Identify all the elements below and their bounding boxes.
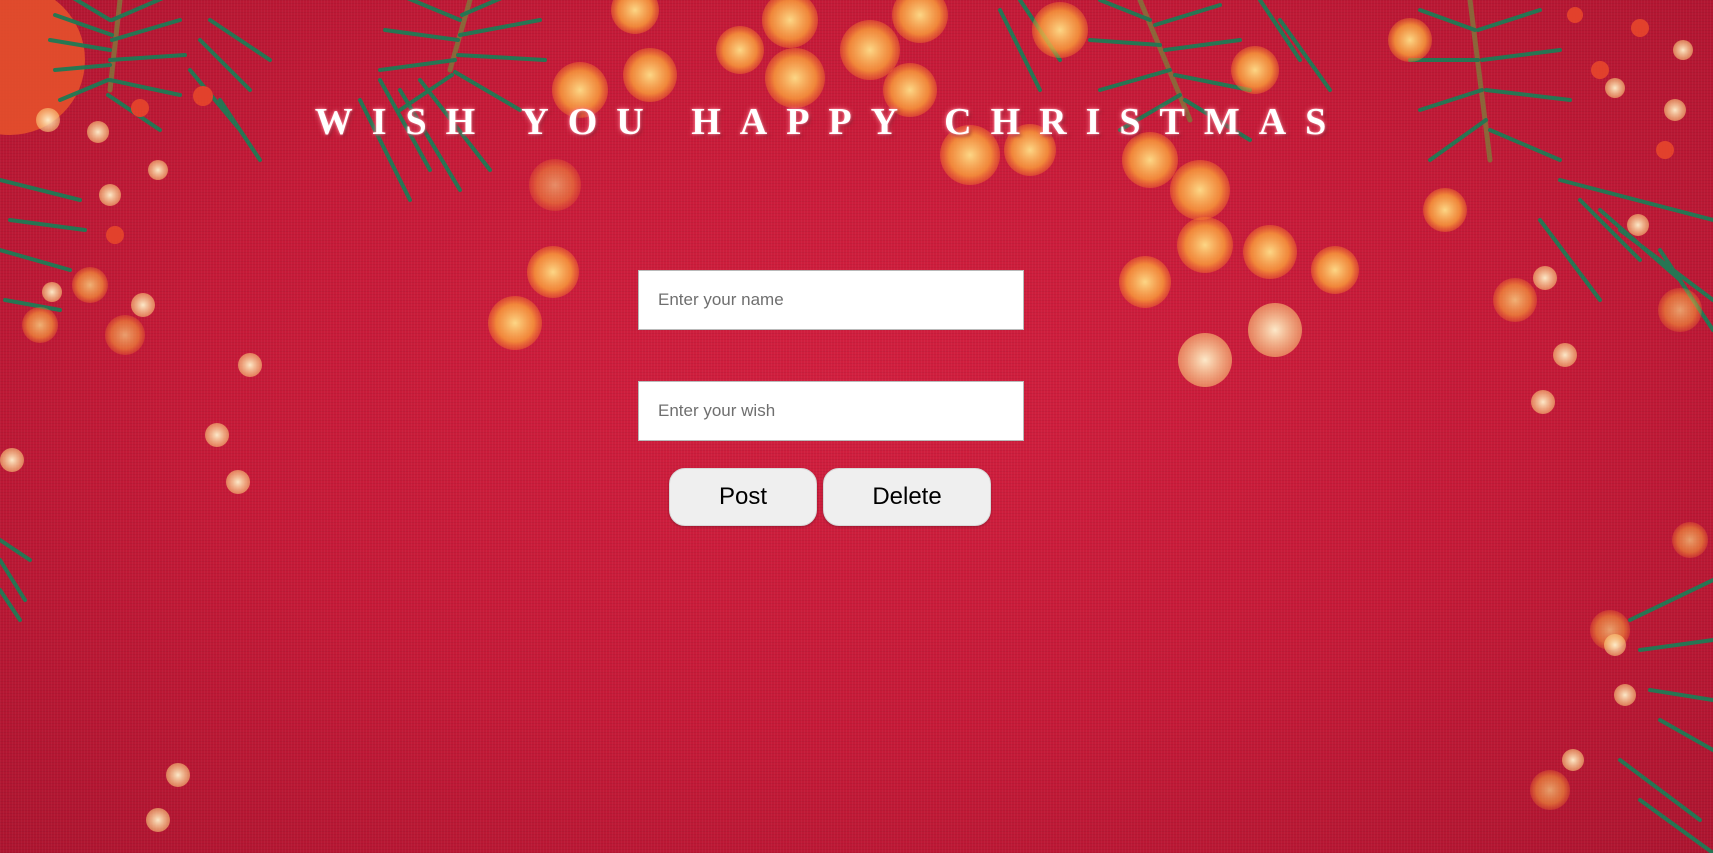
name-input[interactable]	[638, 270, 1024, 330]
post-button[interactable]: Post	[669, 468, 817, 526]
form-actions: Post Delete	[669, 468, 991, 526]
delete-button[interactable]: Delete	[823, 468, 991, 526]
wish-form	[638, 270, 1024, 441]
page-title: WISH YOU HAPPY CHRISTMAS	[314, 101, 1346, 143]
wish-input[interactable]	[638, 381, 1024, 441]
